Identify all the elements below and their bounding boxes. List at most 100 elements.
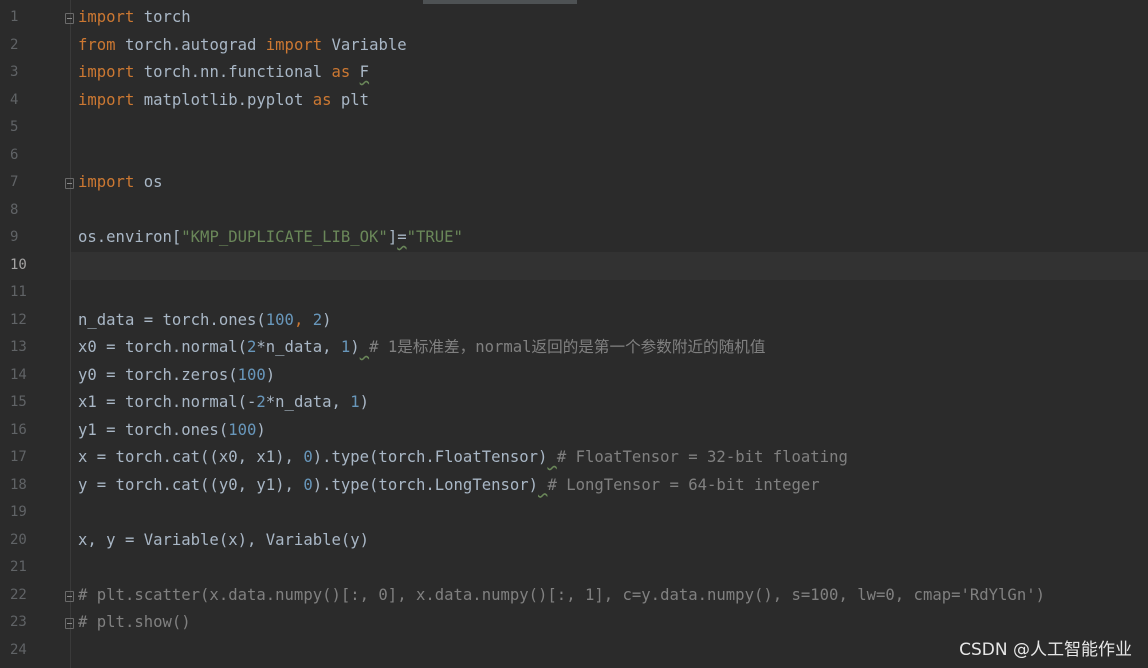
- code-token: 100: [265, 310, 294, 329]
- fold-marker-icon[interactable]: [65, 618, 74, 629]
- code-line[interactable]: x = torch.cat((x0, x1), 0).type(torch.Fl…: [78, 444, 1148, 472]
- line-number: 6: [10, 146, 19, 163]
- code-token: *n_data,: [265, 393, 351, 411]
- gutter-divider: [70, 0, 71, 668]
- fold-marker-icon[interactable]: [65, 178, 74, 189]
- line-number: 4: [10, 91, 19, 108]
- line-number: 24: [10, 641, 27, 658]
- code-line[interactable]: [78, 554, 1148, 582]
- code-token: os: [134, 173, 163, 191]
- line-number: 10: [10, 256, 27, 273]
- code-token: # 1是标准差，normal返回的是第一个参数附近的随机值: [369, 338, 766, 356]
- code-token: Variable: [322, 35, 407, 54]
- line-number: 13: [10, 339, 27, 355]
- fold-marker-icon[interactable]: [65, 13, 74, 24]
- code-token: 2: [247, 338, 257, 356]
- code-token: torch.nn.functional: [134, 63, 332, 81]
- code-area[interactable]: import torch from torch.autograd import V…: [78, 4, 1148, 664]
- code-token: ): [359, 393, 370, 411]
- code-token: torch.autograd: [115, 35, 266, 54]
- code-line[interactable]: [78, 499, 1148, 527]
- code-line[interactable]: import matplotlib.pyplot as plt: [78, 87, 1148, 115]
- code-token: ): [256, 420, 266, 439]
- fold-marker-icon[interactable]: [65, 591, 74, 602]
- line-number: 3: [10, 64, 19, 80]
- code-line[interactable]: [78, 197, 1148, 225]
- code-token: import: [265, 35, 323, 54]
- line-numbers: 1 2 3 4 5 6 7 8 9 10 11 12 13 14 15 16 17 18 19 20 21 22 23 24: [0, 4, 40, 664]
- code-line[interactable]: [78, 114, 1148, 142]
- code-token: import: [78, 90, 135, 109]
- code-token: as: [331, 63, 351, 81]
- code-token: x = torch.cat((x0, x1),: [78, 448, 304, 466]
- code-token: y = torch.cat((y0, y1),: [78, 475, 304, 494]
- code-line[interactable]: [78, 142, 1148, 170]
- code-token: 2: [256, 393, 266, 411]
- line-number: 16: [10, 421, 27, 438]
- code-token: =: [397, 228, 407, 246]
- code-token: 100: [237, 365, 266, 384]
- line-number: 19: [10, 504, 27, 520]
- code-line[interactable]: [78, 279, 1148, 307]
- code-token: as: [312, 90, 332, 109]
- code-line[interactable]: from torch.autograd import Variable: [78, 32, 1148, 60]
- code-line[interactable]: import os: [78, 169, 1148, 197]
- line-number: 2: [10, 36, 19, 53]
- code-token: ).type(torch.FloatTensor): [312, 448, 548, 466]
- code-token: ): [322, 310, 332, 329]
- code-token: x, y = Variable(x), Variable(y): [78, 530, 370, 549]
- code-editor[interactable]: 1 2 3 4 5 6 7 8 9 10 11 12 13 14 15 16 17 18 19 20 21 22 23 24 …: [0, 0, 1148, 668]
- line-number: 15: [10, 394, 27, 410]
- code-token: x1 = torch.normal(-: [78, 393, 257, 411]
- code-line[interactable]: x1 = torch.normal(-2*n_data, 1): [78, 389, 1148, 417]
- code-token: plt: [331, 90, 370, 109]
- code-line[interactable]: # plt.show(): [78, 609, 1148, 637]
- code-token: 1: [350, 393, 360, 411]
- line-number: 23: [10, 614, 27, 630]
- line-number: 14: [10, 366, 27, 383]
- code-token: # FloatTensor = 32-bit floating: [556, 448, 848, 466]
- code-line[interactable]: os.environ["KMP_DUPLICATE_LIB_OK"]="TRUE…: [78, 224, 1148, 252]
- code-line[interactable]: y0 = torch.zeros(100): [78, 362, 1148, 390]
- code-token: y0 = torch.zeros(: [78, 365, 238, 384]
- code-line[interactable]: n_data = torch.ones(100, 2): [78, 307, 1148, 335]
- code-token: ).type(torch.LongTensor): [312, 475, 539, 494]
- code-token: ]: [387, 228, 398, 246]
- code-token: "TRUE": [406, 228, 463, 246]
- code-token: *n_data,: [256, 338, 341, 356]
- code-line[interactable]: import torch: [78, 4, 1148, 32]
- watermark: CSDN @人工智能作业: [959, 640, 1132, 660]
- code-line[interactable]: y = torch.cat((y0, y1), 0).type(torch.Lo…: [78, 472, 1148, 500]
- code-token: import: [78, 8, 135, 26]
- code-token: ): [265, 365, 276, 384]
- code-line[interactable]: # plt.scatter(x.data.numpy()[:, 0], x.da…: [78, 582, 1148, 610]
- code-line[interactable]: x, y = Variable(x), Variable(y): [78, 527, 1148, 555]
- line-number-gutter: 1 2 3 4 5 6 7 8 9 10 11 12 13 14 15 16 17 18 19 20 21 22 23 24: [0, 0, 70, 668]
- line-number: 17: [10, 449, 27, 465]
- code-token: os.environ[: [78, 228, 182, 246]
- code-line[interactable]: x0 = torch.normal(2*n_data, 1) # 1是标准差，n…: [78, 334, 1148, 362]
- code-token: 0: [303, 475, 313, 494]
- code-token: ,: [293, 310, 313, 329]
- code-token: matplotlib.pyplot: [134, 90, 313, 109]
- line-number: 20: [10, 531, 27, 548]
- code-token: # plt.show(): [78, 613, 191, 631]
- code-line[interactable]: [78, 252, 1148, 280]
- code-token: y1 = torch.ones(: [78, 420, 229, 439]
- code-token: 2: [312, 310, 323, 329]
- code-token: x0 = torch.normal(: [78, 338, 247, 356]
- code-line[interactable]: import torch.nn.functional as F: [78, 59, 1148, 87]
- line-number: 22: [10, 586, 27, 603]
- line-number: 12: [10, 311, 27, 328]
- line-number: 7: [10, 174, 19, 190]
- code-token: torch: [134, 8, 191, 26]
- code-token: ): [350, 338, 360, 356]
- line-number: 11: [10, 284, 27, 300]
- code-token: 1: [340, 338, 351, 356]
- code-token: # LongTensor = 64-bit integer: [547, 475, 820, 494]
- code-token: import: [78, 63, 135, 81]
- code-line[interactable]: y1 = torch.ones(100): [78, 417, 1148, 445]
